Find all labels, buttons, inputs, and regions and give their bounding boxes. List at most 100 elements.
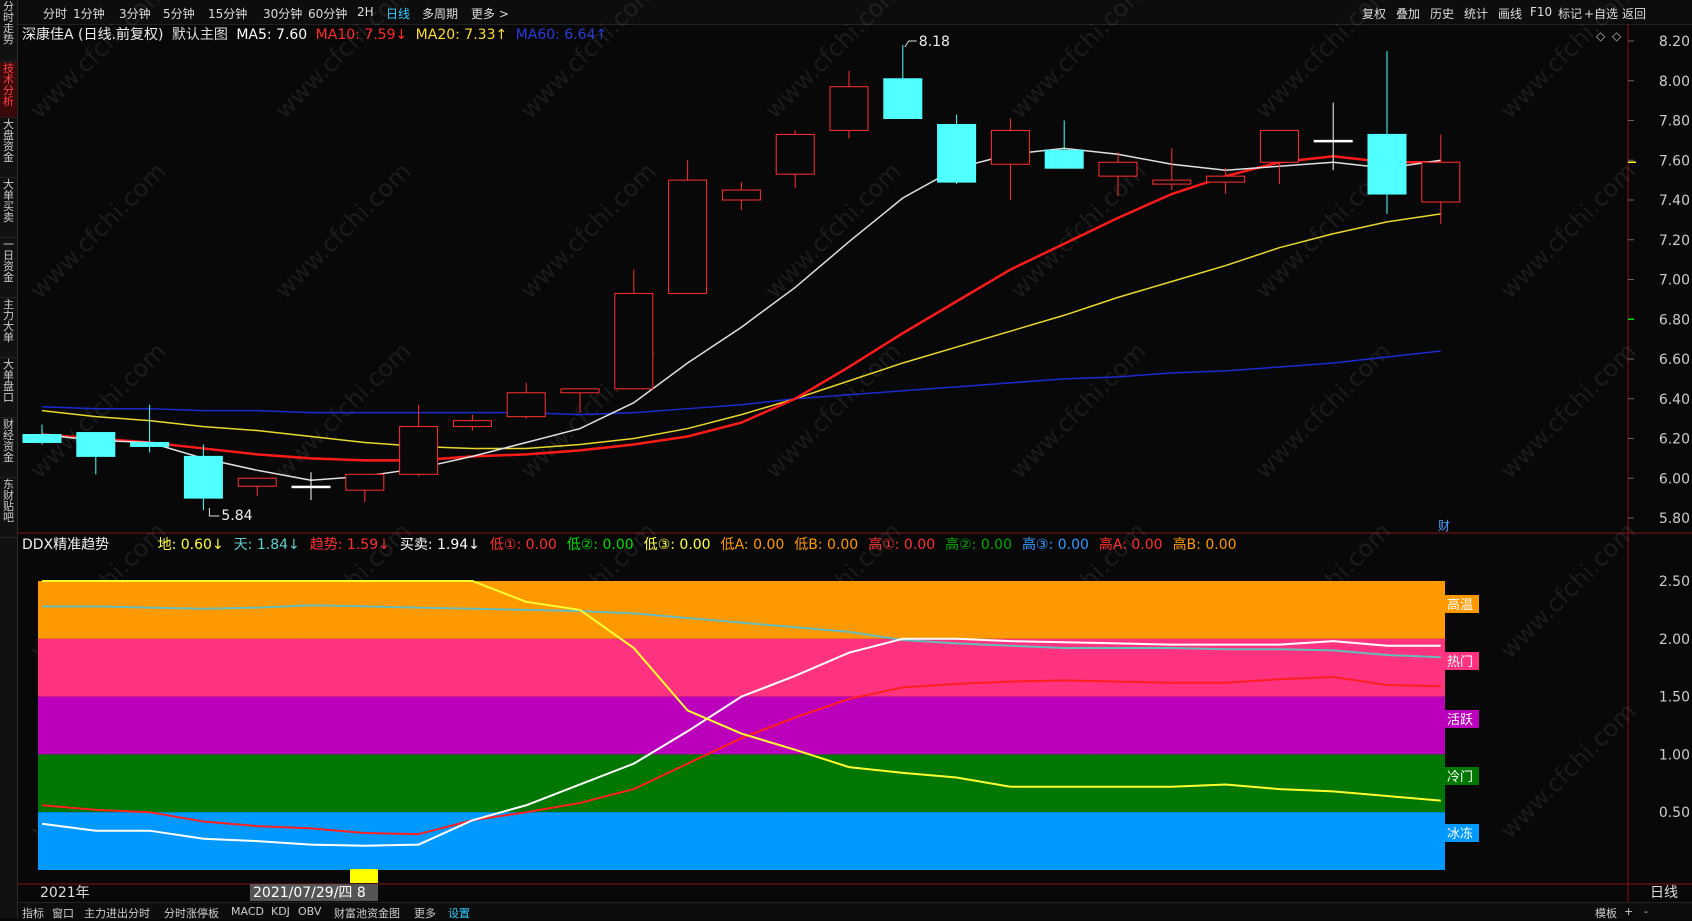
cursor-date-label: 2021/07/29/四 8 (253, 885, 366, 901)
watermark-text: www.cfchi.com (1249, 0, 1396, 124)
ddx-tick-label: 1.50 (1659, 690, 1690, 706)
zone-band-2 (38, 696, 1445, 755)
candle-body (937, 123, 977, 183)
watermark-text: www.cfchi.com (24, 157, 171, 304)
watermark-text: www.cfchi.com (269, 337, 416, 484)
template-button-1[interactable]: + (1624, 905, 1633, 918)
watermark-text: www.cfchi.com (514, 0, 661, 124)
zone-band-0 (38, 581, 1445, 639)
ddx-tick-label: 2.50 (1659, 574, 1690, 590)
candle-body (237, 477, 277, 487)
indicator-tab-1[interactable]: 窗口 (52, 905, 74, 921)
indicator-tab-6[interactable]: OBV (298, 905, 321, 918)
watermark-text: www.cfchi.com (1249, 337, 1396, 484)
diamond-icon: ◇ (1612, 29, 1622, 43)
template-button-2[interactable]: - (1644, 905, 1648, 918)
candle-body (990, 129, 1030, 165)
candle-body (1044, 149, 1084, 169)
zone-band-1 (38, 638, 1445, 697)
indicator-tab-7[interactable]: 财富池资金图 (334, 905, 400, 921)
indicator-tab-3[interactable]: 分时涨停板 (164, 905, 219, 921)
zone-label-1: 热门 (1447, 655, 1473, 670)
high-pointer (904, 40, 917, 48)
candle-body (883, 78, 923, 120)
candle-body (130, 441, 170, 447)
ma20-line (41, 213, 1441, 450)
candle-body (399, 426, 439, 475)
candle-body (183, 455, 223, 499)
ddx-tick-label: 2.00 (1659, 632, 1690, 648)
watermark-text: www.cfchi.com (269, 157, 416, 304)
candle-body (668, 179, 708, 294)
candle-body (1259, 129, 1299, 163)
price-tick-label: 7.40 (1659, 193, 1690, 209)
finance-tag: 财 (1438, 519, 1450, 533)
watermark-text: www.cfchi.com (269, 0, 416, 124)
candle-body (829, 86, 869, 131)
candle-body (721, 189, 761, 201)
price-tick-label: 6.00 (1659, 471, 1690, 487)
candle-body (506, 392, 546, 418)
candle-body (76, 432, 116, 457)
high-price-label: 8.18 (919, 34, 950, 50)
period-label: 日线 (1650, 885, 1678, 901)
cursor-marker (350, 869, 378, 883)
candle-body (291, 485, 331, 489)
candle-body (560, 388, 600, 394)
indicator-tab-5[interactable]: KDJ (271, 905, 290, 918)
watermark-text: www.cfchi.com (1494, 337, 1641, 484)
price-tick-label: 5.80 (1659, 511, 1690, 527)
price-tick-label: 6.80 (1659, 312, 1690, 328)
candle-body (1367, 133, 1407, 195)
candle-body (452, 420, 492, 428)
candle-body (1313, 139, 1353, 143)
watermark-text: www.cfchi.com (1494, 697, 1641, 844)
price-tick-label: 7.60 (1659, 153, 1690, 169)
watermark-text: www.cfchi.com (1494, 0, 1641, 124)
price-tick-label: 7.20 (1659, 233, 1690, 249)
candle-body (614, 292, 654, 390)
watermark-text: www.cfchi.com (1004, 0, 1151, 124)
date-year-label: 2021年 (40, 885, 90, 901)
low-price-label: 5.84 (221, 508, 252, 524)
price-tick-label: 6.60 (1659, 352, 1690, 368)
ddx-tick-label: 0.50 (1659, 805, 1690, 821)
zone-label-0: 高温 (1447, 597, 1473, 613)
watermark-text: www.cfchi.com (1494, 517, 1641, 664)
ddx-tick-label: 1.00 (1659, 747, 1690, 763)
watermark-text: www.cfchi.com (1494, 157, 1641, 304)
watermark-text: www.cfchi.com (514, 157, 661, 304)
price-tick-label: 8.20 (1659, 34, 1690, 50)
indicator-tab-4[interactable]: MACD (231, 905, 264, 918)
indicator-tab-2[interactable]: 主力进出分时 (84, 905, 150, 921)
price-tick-label: 8.00 (1659, 74, 1690, 90)
diamond-small-icon: ◇ (1596, 29, 1606, 43)
watermark-text: www.cfchi.com (759, 157, 906, 304)
template-button-0[interactable]: 模板 (1595, 905, 1617, 921)
watermark-text: www.cfchi.com (1004, 157, 1151, 304)
price-tick-label: 7.00 (1659, 273, 1690, 289)
indicator-tab-8[interactable]: 更多 (414, 905, 436, 921)
zone-label-2: 活跃 (1447, 713, 1473, 728)
watermark-text: www.cfchi.com (759, 337, 906, 484)
watermark-text: www.cfchi.com (1004, 337, 1151, 484)
price-tick-label: 6.20 (1659, 432, 1690, 448)
candle-body (1421, 161, 1461, 203)
candle-body (22, 434, 62, 443)
price-tick-label: 6.40 (1659, 392, 1690, 408)
candle-body (345, 473, 385, 491)
indicator-tab-bar: 指标 窗口 主力进出分时 分时涨停板 MACD KDJ OBV 财富池资金图 更多 设置 模板 + - (18, 902, 1692, 921)
candle-body (1098, 161, 1138, 177)
candle-body (775, 133, 815, 175)
zone-label-3: 冷门 (1447, 770, 1473, 785)
price-tick-label: 7.80 (1659, 114, 1690, 130)
chart-canvas[interactable]: www.cfchi.com www.cfchi.com www.cfchi.com w… (0, 0, 1692, 918)
zone-label-4: 冰冻 (1447, 826, 1473, 842)
candle-body (1206, 175, 1246, 183)
indicator-tab-9[interactable]: 设置 (448, 905, 470, 921)
indicator-tab-0[interactable]: 指标 (22, 905, 44, 921)
ma60-line (41, 350, 1441, 416)
candle-body (1152, 179, 1192, 185)
zone-band-3 (38, 754, 1445, 813)
low-pointer (208, 508, 220, 517)
